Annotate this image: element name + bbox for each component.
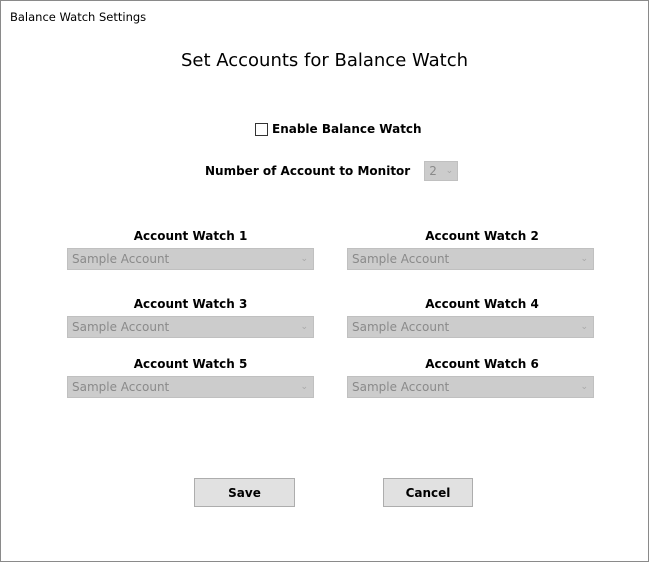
account-count-row: Number of Account to Monitor 2 ⌄ xyxy=(205,161,459,181)
chevron-down-icon: ⌄ xyxy=(445,166,454,176)
chevron-down-icon: ⌄ xyxy=(580,254,588,264)
enable-balance-watch-checkbox[interactable]: Enable Balance Watch xyxy=(255,122,422,136)
chevron-down-icon: ⌄ xyxy=(300,254,308,264)
account-watch-4-value: Sample Account xyxy=(352,320,450,334)
account-count-value: 2 xyxy=(429,164,437,178)
account-count-label: Number of Account to Monitor xyxy=(205,164,411,178)
account-watch-3-value: Sample Account xyxy=(72,320,170,334)
account-watch-6-select[interactable]: Sample Account ⌄ xyxy=(347,376,594,398)
account-watch-1-select[interactable]: Sample Account ⌄ xyxy=(67,248,314,270)
account-watch-2-value: Sample Account xyxy=(352,252,450,266)
account-watch-1-label: Account Watch 1 xyxy=(133,229,248,243)
account-watch-3-select[interactable]: Sample Account ⌄ xyxy=(67,316,314,338)
page-title: Set Accounts for Balance Watch xyxy=(180,50,469,71)
account-count-select[interactable]: 2 ⌄ xyxy=(424,161,459,181)
account-watch-6-value: Sample Account xyxy=(352,380,450,394)
cancel-button[interactable]: Cancel xyxy=(383,478,473,507)
save-button[interactable]: Save xyxy=(194,478,295,507)
chevron-down-icon: ⌄ xyxy=(300,382,308,392)
account-watch-6-label: Account Watch 6 xyxy=(425,357,539,371)
account-watch-2-select[interactable]: Sample Account ⌄ xyxy=(347,248,594,270)
enable-label: Enable Balance Watch xyxy=(272,122,422,136)
chevron-down-icon: ⌄ xyxy=(580,322,588,332)
account-watch-3-label: Account Watch 3 xyxy=(133,297,248,311)
account-watch-5-value: Sample Account xyxy=(72,380,170,394)
account-watch-1-value: Sample Account xyxy=(72,252,170,266)
account-watch-2-label: Account Watch 2 xyxy=(425,229,539,243)
chevron-down-icon: ⌄ xyxy=(300,322,308,332)
checkbox-unchecked-icon[interactable] xyxy=(255,122,268,136)
account-watch-5-select[interactable]: Sample Account ⌄ xyxy=(67,376,314,398)
account-watch-4-label: Account Watch 4 xyxy=(425,297,539,311)
account-watch-4-select[interactable]: Sample Account ⌄ xyxy=(347,316,594,338)
chevron-down-icon: ⌄ xyxy=(580,382,588,392)
account-watch-5-label: Account Watch 5 xyxy=(133,357,248,371)
window-title: Balance Watch Settings xyxy=(10,10,147,24)
settings-window: Balance Watch Settings xyxy=(0,0,649,562)
